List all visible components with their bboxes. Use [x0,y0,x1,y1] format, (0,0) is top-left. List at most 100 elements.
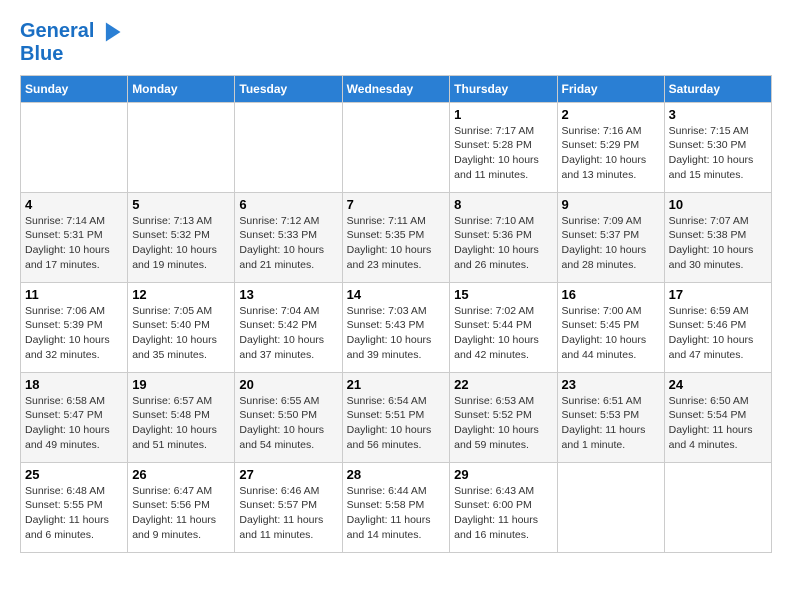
day-info: Sunrise: 7:07 AM Sunset: 5:38 PM Dayligh… [669,214,767,273]
day-info: Sunrise: 6:54 AM Sunset: 5:51 PM Dayligh… [347,394,446,453]
day-number: 11 [25,287,123,302]
weekday-header-thursday: Thursday [450,75,557,102]
calendar-cell: 22 Sunrise: 6:53 AM Sunset: 5:52 PM Dayli… [450,372,557,462]
calendar-cell [235,102,342,192]
calendar-cell: 29 Sunrise: 6:43 AM Sunset: 6:00 PM Dayli… [450,462,557,552]
day-info: Sunrise: 7:15 AM Sunset: 5:30 PM Dayligh… [669,124,767,183]
day-number: 3 [669,107,767,122]
weekday-header-monday: Monday [128,75,235,102]
calendar-cell [664,462,771,552]
day-number: 13 [239,287,337,302]
day-number: 22 [454,377,552,392]
day-number: 26 [132,467,230,482]
day-info: Sunrise: 7:10 AM Sunset: 5:36 PM Dayligh… [454,214,552,273]
day-info: Sunrise: 6:50 AM Sunset: 5:54 PM Dayligh… [669,394,767,453]
calendar-cell: 14 Sunrise: 7:03 AM Sunset: 5:43 PM Dayli… [342,282,450,372]
day-number: 20 [239,377,337,392]
day-number: 10 [669,197,767,212]
weekday-header-saturday: Saturday [664,75,771,102]
page-header: General Blue [20,20,772,65]
day-number: 9 [562,197,660,212]
day-info: Sunrise: 6:47 AM Sunset: 5:56 PM Dayligh… [132,484,230,543]
day-number: 2 [562,107,660,122]
day-info: Sunrise: 6:57 AM Sunset: 5:48 PM Dayligh… [132,394,230,453]
calendar-week-row: 25 Sunrise: 6:48 AM Sunset: 5:55 PM Dayli… [21,462,772,552]
day-info: Sunrise: 6:55 AM Sunset: 5:50 PM Dayligh… [239,394,337,453]
calendar-cell: 27 Sunrise: 6:46 AM Sunset: 5:57 PM Dayli… [235,462,342,552]
day-info: Sunrise: 7:13 AM Sunset: 5:32 PM Dayligh… [132,214,230,273]
calendar-cell: 16 Sunrise: 7:00 AM Sunset: 5:45 PM Dayli… [557,282,664,372]
calendar-cell: 28 Sunrise: 6:44 AM Sunset: 5:58 PM Dayli… [342,462,450,552]
calendar-cell: 19 Sunrise: 6:57 AM Sunset: 5:48 PM Dayli… [128,372,235,462]
day-number: 12 [132,287,230,302]
calendar-cell: 10 Sunrise: 7:07 AM Sunset: 5:38 PM Dayli… [664,192,771,282]
calendar-week-row: 18 Sunrise: 6:58 AM Sunset: 5:47 PM Dayli… [21,372,772,462]
calendar-week-row: 1 Sunrise: 7:17 AM Sunset: 5:28 PM Daylig… [21,102,772,192]
day-info: Sunrise: 7:16 AM Sunset: 5:29 PM Dayligh… [562,124,660,183]
calendar-cell: 2 Sunrise: 7:16 AM Sunset: 5:29 PM Daylig… [557,102,664,192]
calendar-cell: 7 Sunrise: 7:11 AM Sunset: 5:35 PM Daylig… [342,192,450,282]
calendar-cell [128,102,235,192]
day-info: Sunrise: 7:00 AM Sunset: 5:45 PM Dayligh… [562,304,660,363]
day-number: 5 [132,197,230,212]
calendar-cell: 13 Sunrise: 7:04 AM Sunset: 5:42 PM Dayli… [235,282,342,372]
day-info: Sunrise: 6:53 AM Sunset: 5:52 PM Dayligh… [454,394,552,453]
calendar-cell: 5 Sunrise: 7:13 AM Sunset: 5:32 PM Daylig… [128,192,235,282]
calendar-cell: 8 Sunrise: 7:10 AM Sunset: 5:36 PM Daylig… [450,192,557,282]
day-info: Sunrise: 7:17 AM Sunset: 5:28 PM Dayligh… [454,124,552,183]
calendar-cell: 15 Sunrise: 7:02 AM Sunset: 5:44 PM Dayli… [450,282,557,372]
calendar-cell: 25 Sunrise: 6:48 AM Sunset: 5:55 PM Dayli… [21,462,128,552]
day-info: Sunrise: 7:06 AM Sunset: 5:39 PM Dayligh… [25,304,123,363]
calendar-cell: 18 Sunrise: 6:58 AM Sunset: 5:47 PM Dayli… [21,372,128,462]
day-number: 14 [347,287,446,302]
calendar-cell [342,102,450,192]
weekday-header-row: SundayMondayTuesdayWednesdayThursdayFrid… [21,75,772,102]
day-number: 4 [25,197,123,212]
weekday-header-wednesday: Wednesday [342,75,450,102]
calendar-cell [21,102,128,192]
weekday-header-friday: Friday [557,75,664,102]
calendar-cell: 11 Sunrise: 7:06 AM Sunset: 5:39 PM Dayli… [21,282,128,372]
calendar-cell: 23Sunrise: 6:51 AM Sunset: 5:53 PM Dayli… [557,372,664,462]
day-number: 8 [454,197,552,212]
calendar-body: 1 Sunrise: 7:17 AM Sunset: 5:28 PM Daylig… [21,102,772,552]
logo: General Blue [20,20,122,65]
weekday-header-tuesday: Tuesday [235,75,342,102]
day-info: Sunrise: 7:14 AM Sunset: 5:31 PM Dayligh… [25,214,123,273]
day-number: 1 [454,107,552,122]
day-number: 27 [239,467,337,482]
weekday-header-sunday: Sunday [21,75,128,102]
calendar-table: SundayMondayTuesdayWednesdayThursdayFrid… [20,75,772,553]
day-number: 28 [347,467,446,482]
calendar-cell: 4 Sunrise: 7:14 AM Sunset: 5:31 PM Daylig… [21,192,128,282]
day-info: Sunrise: 6:51 AM Sunset: 5:53 PM Dayligh… [562,394,660,453]
calendar-cell: 9Sunrise: 7:09 AM Sunset: 5:37 PM Daylig… [557,192,664,282]
day-info: Sunrise: 7:11 AM Sunset: 5:35 PM Dayligh… [347,214,446,273]
day-info: Sunrise: 6:58 AM Sunset: 5:47 PM Dayligh… [25,394,123,453]
day-number: 15 [454,287,552,302]
day-number: 17 [669,287,767,302]
calendar-cell: 26 Sunrise: 6:47 AM Sunset: 5:56 PM Dayli… [128,462,235,552]
calendar-cell: 17Sunrise: 6:59 AM Sunset: 5:46 PM Dayli… [664,282,771,372]
calendar-cell: 1 Sunrise: 7:17 AM Sunset: 5:28 PM Daylig… [450,102,557,192]
day-number: 29 [454,467,552,482]
logo-triangle-icon [100,21,122,43]
day-number: 19 [132,377,230,392]
day-info: Sunrise: 7:03 AM Sunset: 5:43 PM Dayligh… [347,304,446,363]
day-info: Sunrise: 6:48 AM Sunset: 5:55 PM Dayligh… [25,484,123,543]
calendar-cell: 20 Sunrise: 6:55 AM Sunset: 5:50 PM Dayli… [235,372,342,462]
calendar-cell: 3 Sunrise: 7:15 AM Sunset: 5:30 PM Daylig… [664,102,771,192]
calendar-week-row: 4 Sunrise: 7:14 AM Sunset: 5:31 PM Daylig… [21,192,772,282]
day-number: 7 [347,197,446,212]
day-info: Sunrise: 7:04 AM Sunset: 5:42 PM Dayligh… [239,304,337,363]
day-info: Sunrise: 7:12 AM Sunset: 5:33 PM Dayligh… [239,214,337,273]
day-number: 18 [25,377,123,392]
day-number: 16 [562,287,660,302]
day-info: Sunrise: 6:43 AM Sunset: 6:00 PM Dayligh… [454,484,552,543]
calendar-cell: 12Sunrise: 7:05 AM Sunset: 5:40 PM Dayli… [128,282,235,372]
day-info: Sunrise: 6:46 AM Sunset: 5:57 PM Dayligh… [239,484,337,543]
day-info: Sunrise: 7:02 AM Sunset: 5:44 PM Dayligh… [454,304,552,363]
day-info: Sunrise: 6:44 AM Sunset: 5:58 PM Dayligh… [347,484,446,543]
calendar-cell: 21Sunrise: 6:54 AM Sunset: 5:51 PM Dayli… [342,372,450,462]
day-number: 25 [25,467,123,482]
